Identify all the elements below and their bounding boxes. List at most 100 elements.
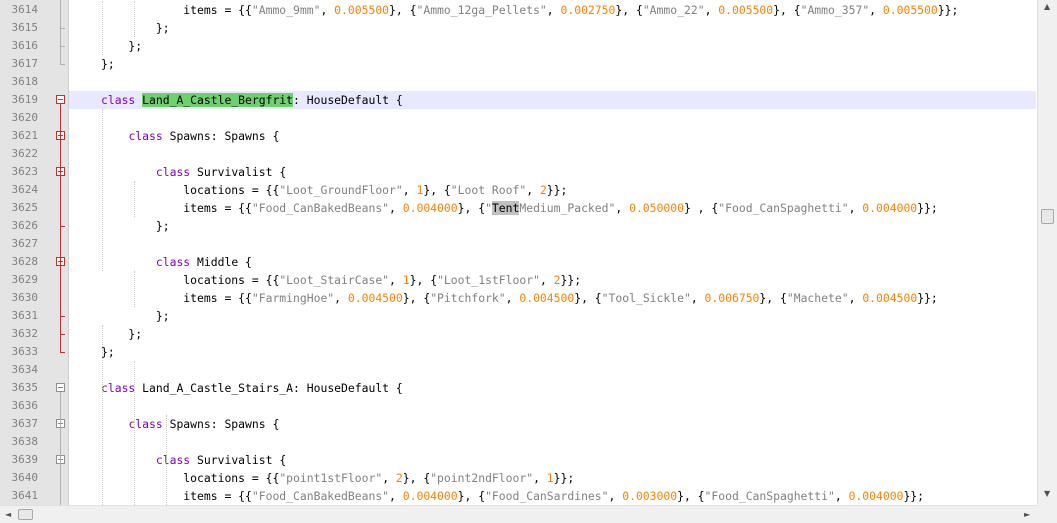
number-token: 0.004500: [347, 291, 403, 305]
scroll-left-arrow-icon[interactable]: ◄: [5, 510, 11, 519]
code-token: items = {{: [101, 3, 252, 17]
code-token: items = {{: [101, 291, 252, 305]
indent-guide: [134, 271, 135, 307]
scroll-up-arrow-icon[interactable]: ▲: [1044, 2, 1050, 11]
code-token: ,: [546, 3, 561, 17]
line-number: 3626: [11, 219, 39, 232]
string-token: "Tool_Sickle": [601, 291, 691, 305]
horizontal-scrollbar[interactable]: ◄ ►: [0, 505, 1037, 523]
number-token: 0.005500: [882, 3, 938, 17]
code-line[interactable]: };: [69, 37, 1036, 55]
code-token: ,: [382, 471, 396, 485]
code-token: locations = {{: [101, 471, 280, 485]
string-token: "Food_CanSpaghetti": [718, 201, 849, 215]
code-line[interactable]: class Spawns: Spawns {: [69, 127, 1036, 145]
code-line[interactable]: [69, 397, 1036, 415]
string-token: "Pitchfork": [430, 291, 506, 305]
number-token: 0.004000: [862, 201, 918, 215]
line-number: 3636: [11, 399, 39, 412]
string-token: "Ammo_22": [642, 3, 705, 17]
code-line[interactable]: };: [69, 325, 1036, 343]
code-line[interactable]: };: [69, 55, 1036, 73]
code-line[interactable]: class Middle {: [69, 253, 1036, 271]
code-token: ,: [526, 183, 540, 197]
fold-toggle-icon[interactable]: [56, 95, 65, 104]
code-token: }, {: [402, 471, 431, 485]
code-line-text: };: [101, 307, 170, 325]
fold-line: [60, 0, 61, 64]
scroll-right-arrow-icon[interactable]: ►: [1024, 510, 1030, 519]
indent-guide: [102, 325, 103, 505]
vertical-scrollbar[interactable]: ▲ ▼: [1037, 0, 1057, 505]
line-number: 3625: [11, 201, 39, 214]
fold-end-marker: [60, 334, 65, 335]
code-token: locations = {{: [101, 273, 280, 287]
code-token: }};: [917, 201, 938, 215]
code-token: }};: [937, 3, 959, 17]
code-line[interactable]: };: [69, 343, 1036, 361]
code-token: ,: [320, 3, 335, 17]
code-token: ,: [834, 489, 849, 503]
code-line[interactable]: };: [69, 307, 1036, 325]
fold-toggle-icon[interactable]: [56, 383, 65, 392]
code-line[interactable]: class Survivalist {: [69, 163, 1036, 181]
code-line[interactable]: [69, 73, 1036, 91]
vertical-scroll-thumb[interactable]: [1041, 209, 1054, 224]
code-line[interactable]: [69, 109, 1036, 127]
number-token: 0.004500: [862, 291, 918, 305]
line-number: 3638: [11, 435, 39, 448]
code-area[interactable]: items = {{"Ammo_9mm", 0.005500}, {"Ammo_…: [69, 0, 1036, 505]
line-number: 3629: [11, 273, 39, 286]
code-token: }, {: [457, 201, 486, 215]
code-line[interactable]: items = {{"Ammo_9mm", 0.005500}, {"Ammo_…: [69, 1, 1036, 19]
code-line[interactable]: [69, 235, 1036, 253]
line-number: 3614: [11, 3, 39, 16]
code-line[interactable]: items = {{"Food_CanBakedBeans", 0.004000…: [69, 487, 1036, 505]
fold-line: [60, 104, 61, 352]
code-line[interactable]: locations = {{"point1stFloor", 2}, {"poi…: [69, 469, 1036, 487]
code-token: };: [101, 57, 115, 71]
code-line[interactable]: locations = {{"Loot_StairCase", 1}, {"Lo…: [69, 271, 1036, 289]
code-token: };: [101, 39, 143, 53]
fold-end-marker: [60, 28, 65, 29]
code-line-text: class Survivalist {: [101, 451, 286, 469]
code-editor[interactable]: 3614 3615 3616 3617 3618 3619 3620 3621 3622 3623…: [0, 0, 1057, 523]
code-line[interactable]: [69, 433, 1036, 451]
number-token: 2: [395, 471, 403, 485]
code-token: };: [101, 309, 170, 323]
code-line[interactable]: class Survivalist {: [69, 451, 1036, 469]
code-token: }};: [903, 489, 925, 503]
code-token: Land_A_Castle_Stairs_A: HouseDefault {: [135, 381, 403, 395]
horizontal-scroll-thumb[interactable]: [18, 509, 33, 520]
number-token: 1: [402, 273, 410, 287]
code-line[interactable]: class Land_A_Castle_Bergfrit: HouseDefau…: [69, 91, 1036, 109]
code-line-text: class Middle {: [101, 253, 252, 271]
string-token: "FarmingHoe": [251, 291, 335, 305]
code-line[interactable]: class Land_A_Castle_Stairs_A: HouseDefau…: [69, 379, 1036, 397]
code-line[interactable]: class Spawns: Spawns {: [69, 415, 1036, 433]
code-line[interactable]: };: [69, 19, 1036, 37]
code-token: Survivalist {: [190, 453, 287, 467]
line-number: 3627: [11, 237, 39, 250]
code-token: ,: [402, 183, 417, 197]
code-line[interactable]: items = {{"FarmingHoe", 0.004500}, {"Pit…: [69, 289, 1036, 307]
code-line[interactable]: [69, 361, 1036, 379]
code-line-text: class Spawns: Spawns {: [101, 415, 279, 433]
scroll-down-arrow-icon[interactable]: ▼: [1044, 489, 1050, 498]
line-number: 3624: [11, 183, 39, 196]
code-line[interactable]: items = {{"Food_CanBakedBeans", 0.004000…: [69, 199, 1036, 217]
code-line-text: };: [101, 217, 170, 235]
number-token: 0.050000: [629, 201, 684, 215]
number-token: 2: [553, 273, 561, 287]
code-line[interactable]: [69, 145, 1036, 163]
number-token: 2: [539, 183, 547, 197]
fold-end-marker: [60, 46, 65, 47]
line-number: 3628: [11, 255, 39, 268]
code-line[interactable]: };: [69, 217, 1036, 235]
code-line[interactable]: locations = {{"Loot_GroundFloor", 1}, {"…: [69, 181, 1036, 199]
code-token: ,: [539, 273, 554, 287]
line-number: 3632: [11, 327, 39, 340]
